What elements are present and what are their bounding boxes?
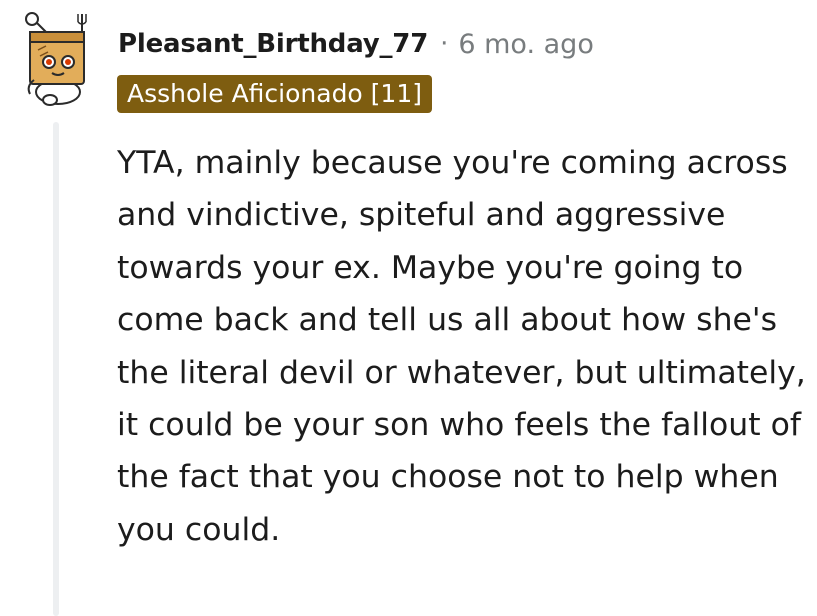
meta-separator: · (440, 29, 449, 59)
comment-header: Pleasant_Birthday_77 · 6 mo. ago (118, 26, 594, 62)
user-flair-badge: Asshole Aficionado [11] (117, 75, 432, 113)
comment-timestamp[interactable]: 6 mo. ago (458, 29, 593, 60)
user-avatar-icon[interactable] (16, 10, 98, 106)
thread-collapse-line[interactable] (53, 122, 59, 616)
comment: Pleasant_Birthday_77 · 6 mo. ago Asshole… (0, 0, 817, 616)
author-username[interactable]: Pleasant_Birthday_77 (118, 29, 428, 59)
comment-body: YTA, mainly because you're coming across… (117, 145, 806, 548)
